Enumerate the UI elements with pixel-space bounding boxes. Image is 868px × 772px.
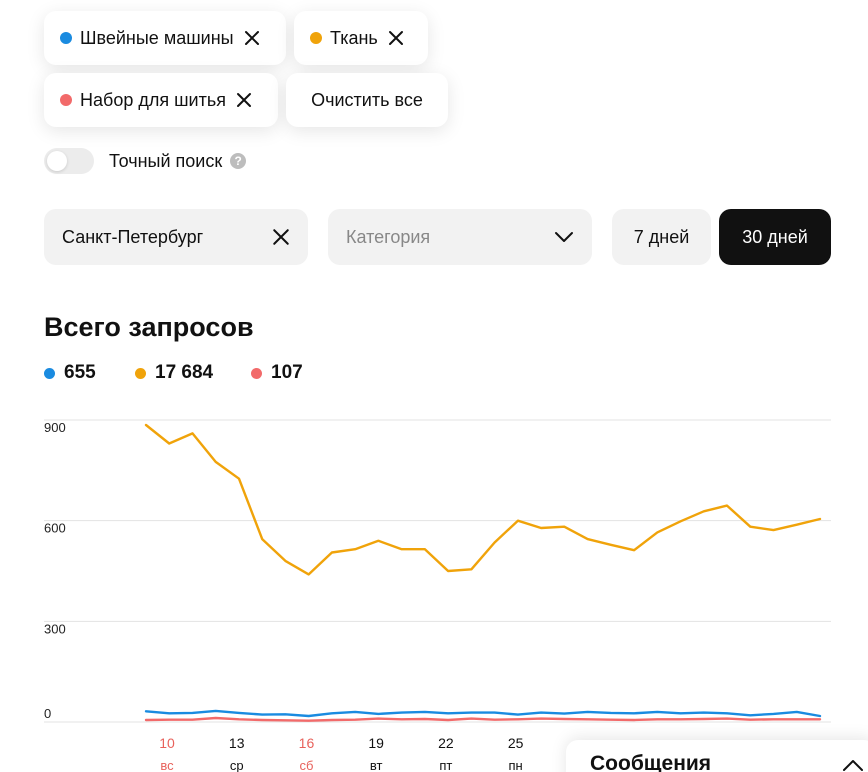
clear-all-button[interactable]: Очистить все [286, 73, 448, 127]
toggle-knob [47, 151, 67, 171]
legend-value: 107 [271, 362, 303, 383]
x-tick-day: 19 [368, 735, 384, 751]
period-30-days-button[interactable]: 30 дней [719, 209, 831, 265]
close-icon[interactable] [242, 28, 262, 48]
series-dot [310, 32, 322, 44]
y-tick-label: 900 [44, 420, 66, 435]
help-icon[interactable]: ? [230, 153, 247, 169]
filter-chip-label: Ткань [330, 27, 378, 48]
x-tick-weekday: сб [299, 758, 313, 772]
legend-value: 655 [64, 362, 96, 383]
series-dot [60, 94, 72, 106]
messages-title: Сообщения [590, 752, 712, 772]
series-line-2 [144, 709, 822, 718]
series-line-3 [144, 716, 822, 722]
x-tick-day: 25 [508, 735, 524, 751]
region-value: Санкт-Петербург [62, 226, 204, 247]
exact-search-label: Точный поиск [109, 150, 223, 171]
series-dot [60, 32, 72, 44]
legend-value: 17 684 [155, 362, 214, 383]
y-tick-label: 0 [44, 706, 51, 721]
close-icon[interactable] [234, 90, 254, 110]
legend-dot [135, 367, 146, 379]
filter-chip-label: Швейные машины [80, 27, 234, 48]
clear-all-label: Очистить все [311, 89, 423, 110]
chevron-up-icon[interactable] [842, 758, 864, 772]
exact-search-row: Точный поиск ? [44, 148, 247, 174]
legend-total-1: 655 [44, 362, 96, 384]
filter-chip-sewing-kit: Набор для шитья [44, 73, 278, 127]
x-tick-day: 22 [438, 735, 454, 751]
legend-dot [44, 367, 55, 379]
series-line-1 [144, 423, 822, 576]
x-tick-weekday: пт [439, 758, 452, 772]
filter-chip-fabric: Ткань [294, 11, 428, 65]
legend-total-3: 107 [251, 362, 303, 384]
category-placeholder: Категория [346, 226, 431, 247]
region-field[interactable]: Санкт-Петербург [44, 209, 308, 265]
x-tick-day: 10 [159, 735, 175, 751]
period-label: 30 дней [742, 226, 808, 247]
close-icon[interactable] [386, 28, 406, 48]
filter-chip-label: Набор для шитья [80, 89, 226, 110]
period-label: 7 дней [633, 226, 690, 247]
x-tick-weekday: ср [230, 758, 244, 772]
requests-chart: 0 300 600 900 10 вс 13 ср 16 сб 19 вт 22 пт 25 пн [44, 419, 831, 772]
y-tick-label: 600 [44, 521, 66, 536]
messages-widget[interactable]: Сообщения [566, 740, 868, 772]
x-tick-day: 13 [229, 735, 245, 751]
chevron-down-icon [554, 231, 574, 243]
y-tick-label: 300 [44, 621, 66, 636]
x-tick-weekday: пн [509, 758, 523, 772]
category-select[interactable]: Категория [328, 209, 592, 265]
exact-search-toggle[interactable] [44, 148, 94, 174]
x-tick-weekday: вт [370, 758, 383, 772]
legend-dot [251, 367, 262, 379]
period-7-days-button[interactable]: 7 дней [612, 209, 711, 265]
x-tick-day: 16 [299, 735, 315, 751]
x-tick-weekday: вс [160, 758, 174, 772]
chart-title: Всего запросов [44, 312, 254, 342]
legend-total-2: 17 684 [135, 362, 213, 384]
filter-chip-sewing-machines: Швейные машины [44, 11, 286, 65]
clear-region-icon[interactable] [272, 228, 290, 246]
